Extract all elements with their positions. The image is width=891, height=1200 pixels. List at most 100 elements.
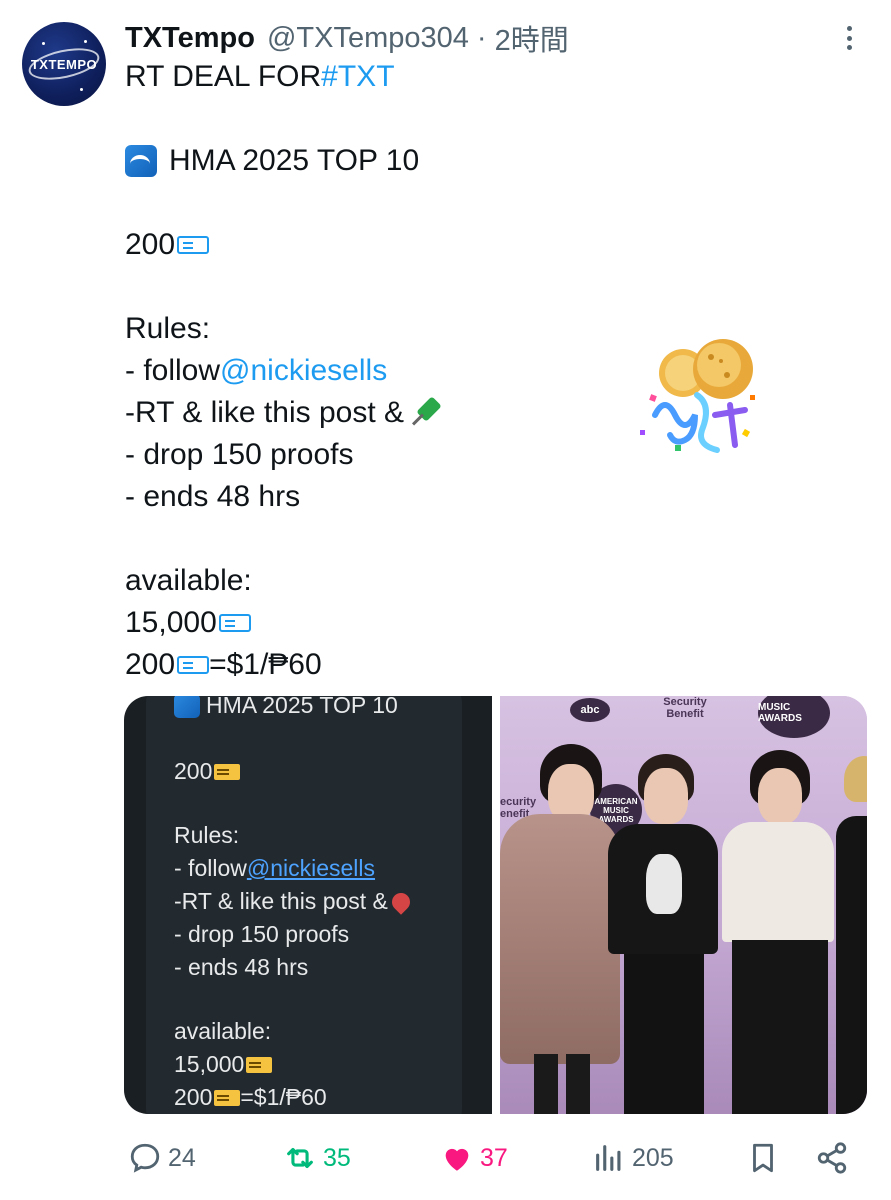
reply-button[interactable]: 24 (128, 1130, 196, 1186)
author-handle[interactable]: @TXTempo304 (267, 22, 469, 55)
person-bunny-sweater (608, 754, 718, 1114)
retweet-count: 35 (323, 1143, 351, 1172)
action-bar: 24 35 37 205 (0, 1130, 891, 1186)
pushpin-emoji-icon (408, 396, 442, 430)
reply-count: 24 (168, 1143, 196, 1172)
pushpin-emoji-icon (388, 888, 414, 915)
share-icon (817, 1142, 847, 1174)
abc-logo: abc (570, 698, 610, 722)
wave-emoji-icon (125, 145, 157, 177)
views-icon (596, 1145, 621, 1171)
text-segment: - follow (125, 354, 221, 387)
avatar-star (84, 40, 87, 43)
heart-icon (445, 1148, 469, 1171)
screenshot-line: 15,000 (174, 1051, 273, 1078)
screenshot-line: HMA 2025 TOP 10 (174, 696, 398, 719)
text-line: Rules: (125, 308, 625, 350)
text-segment: -RT & like this post & (125, 396, 404, 429)
text-segment: RT DEAL FOR (125, 60, 322, 93)
ticket-emoji-icon (246, 1056, 273, 1073)
retweet-button[interactable]: 35 (283, 1130, 351, 1186)
screenshot-text: - follow (174, 855, 247, 881)
screenshot-line: 200 =$1/₱60 (174, 1084, 327, 1111)
like-count: 37 (480, 1143, 508, 1172)
text-segment: =$1/₱60 (209, 648, 322, 681)
avatar-label: TXTEMPO (30, 56, 98, 72)
person-white-shirt (718, 750, 838, 1114)
screenshot-line: available: (174, 1018, 271, 1045)
screenshot-text: 15,000 (174, 1051, 245, 1077)
screenshot-line: -RT & like this post & (174, 888, 414, 915)
views-count: 205 (632, 1143, 674, 1172)
ticket-emoji-icon (177, 236, 210, 254)
timestamp[interactable]: 2時間 (495, 17, 569, 59)
person-partial (836, 756, 867, 1114)
screenshot-line: - follow @nickiesells (174, 855, 375, 882)
text-line: - drop 150 proofs (125, 434, 625, 476)
ticket-emoji-icon (177, 656, 210, 674)
avatar[interactable]: TXTEMPO (22, 22, 106, 106)
text-segment: 200 (125, 648, 176, 681)
sponsor-text: Security Benefit (663, 696, 707, 720)
text-segment: - ends 48 hrs (125, 480, 301, 513)
text-line: - ends 48 hrs (125, 476, 625, 518)
text-line: HMA 2025 TOP 10 (125, 140, 625, 182)
media-gallery: HMA 2025 TOP 10 200 Rules: - follow @nic… (124, 696, 867, 1114)
media-photo[interactable]: abc Security Benefit MUSIC AWARDS AMERIC… (500, 696, 867, 1114)
tweet-header: TXTempo @TXTempo304 · 2時間 (125, 18, 871, 58)
screenshot-text: =$1/₱60 (240, 1084, 327, 1110)
screenshot-text: HMA 2025 TOP 10 (206, 696, 398, 718)
screenshot-text: available: (174, 1018, 272, 1044)
text-line: - follow @nickiesells (125, 350, 625, 392)
retweet-icon (287, 1147, 313, 1169)
text-segment: - drop 150 proofs (125, 438, 354, 471)
share-button[interactable] (815, 1130, 855, 1186)
hashtag-link[interactable]: #TXT (321, 56, 394, 98)
text-segment: HMA 2025 TOP 10 (169, 144, 420, 177)
text-segment: 15,000 (125, 606, 217, 639)
text-segment: available: (125, 564, 252, 597)
person-fur-coat (500, 744, 620, 1114)
text-line: 15,000 (125, 602, 625, 644)
mention-link[interactable]: @nickiesells (220, 350, 387, 392)
screenshot-text: - drop 150 proofs (174, 921, 350, 947)
text-line: RT DEAL FOR #TXT (125, 56, 625, 98)
screenshot-text: 200 (174, 1084, 213, 1110)
screenshot-text: 200 (174, 758, 213, 784)
text-line: 200 =$1/₱60 (125, 644, 625, 686)
ticket-emoji-icon (214, 763, 241, 780)
screenshot-mention: @nickiesells (246, 855, 376, 881)
text-line: available: (125, 560, 625, 602)
text-line: -RT & like this post & (125, 392, 625, 434)
more-options-icon[interactable] (837, 26, 861, 50)
avatar-star (42, 42, 45, 45)
like-button[interactable]: 37 (440, 1130, 508, 1186)
screenshot-line: Rules: (174, 822, 239, 849)
author-name[interactable]: TXTempo (125, 22, 255, 55)
wave-emoji-icon (174, 696, 200, 718)
separator-dot: · (476, 21, 487, 54)
text-segment: Rules: (125, 312, 211, 345)
ticket-emoji-icon (218, 614, 251, 632)
txt-lightstick-sticker-icon (640, 339, 755, 453)
screenshot-line: 200 (174, 758, 241, 785)
screenshot-text: Rules: (174, 822, 240, 848)
screenshot-text: - ends 48 hrs (174, 954, 309, 980)
tweet-text: RT DEAL FOR #TXT HMA 2025 TOP 10 200 Rul… (125, 56, 625, 686)
screenshot-text: -RT & like this post & (174, 888, 388, 914)
text-line: 200 (125, 224, 625, 266)
views-button[interactable]: 205 (592, 1130, 674, 1186)
screenshot-line: - ends 48 hrs (174, 954, 308, 981)
screenshot-line: - drop 150 proofs (174, 921, 349, 948)
ticket-emoji-icon (214, 1089, 241, 1106)
bookmark-icon (753, 1143, 773, 1173)
text-segment: 200 (125, 228, 176, 261)
bookmark-button[interactable] (746, 1130, 786, 1186)
media-screenshot[interactable]: HMA 2025 TOP 10 200 Rules: - follow @nic… (124, 696, 492, 1114)
avatar-star (80, 88, 83, 91)
reply-icon (130, 1143, 160, 1173)
